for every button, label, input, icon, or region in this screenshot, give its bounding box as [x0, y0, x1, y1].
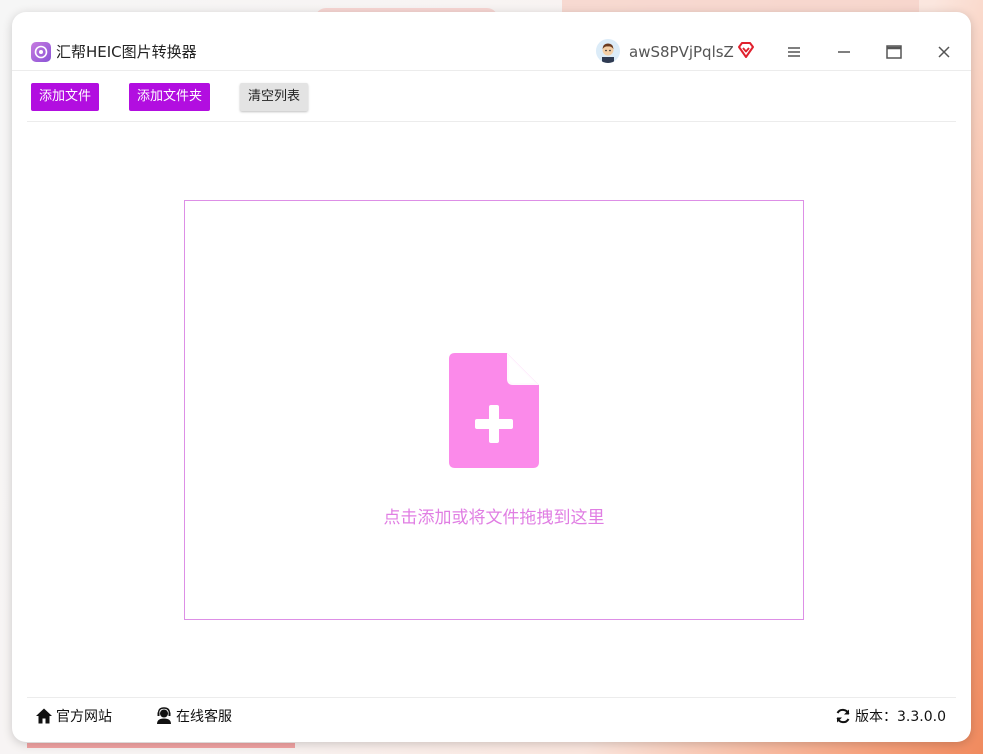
- app-window: 汇帮HEIC图片转换器 awS8PVjPqlsZ 添加文件 添加文件夹 清空列表…: [12, 12, 971, 742]
- file-add-icon: [449, 353, 539, 472]
- online-support-label: 在线客服: [176, 709, 232, 725]
- menu-icon[interactable]: [784, 42, 804, 62]
- close-icon[interactable]: [934, 42, 954, 62]
- official-website-link[interactable]: 官方网站: [35, 706, 112, 726]
- support-icon: [157, 707, 171, 724]
- online-support-link[interactable]: 在线客服: [155, 706, 232, 726]
- official-website-label: 官方网站: [56, 709, 112, 725]
- vip-diamond-icon[interactable]: [737, 41, 755, 63]
- clear-list-button[interactable]: 清空列表: [240, 83, 309, 111]
- username[interactable]: awS8PVjPqlsZ: [629, 42, 734, 62]
- version-label: 版本：3.3.0.0: [855, 709, 946, 725]
- background-bar-fragment: [27, 743, 295, 748]
- add-file-button[interactable]: 添加文件: [31, 83, 100, 111]
- add-folder-button[interactable]: 添加文件夹: [129, 83, 211, 111]
- home-icon: [36, 708, 52, 724]
- minimize-icon[interactable]: [834, 42, 854, 62]
- toolbar: 添加文件 添加文件夹 清空列表: [27, 72, 956, 122]
- drop-zone-hint: 点击添加或将文件拖拽到这里: [383, 508, 605, 528]
- app-logo-icon: [31, 42, 51, 62]
- refresh-icon[interactable]: [835, 708, 851, 724]
- file-drop-zone[interactable]: 点击添加或将文件拖拽到这里: [184, 200, 804, 620]
- maximize-icon[interactable]: [884, 42, 904, 62]
- footer: 官方网站 在线客服 版本：3.3.0.0: [27, 697, 956, 742]
- avatar[interactable]: [596, 39, 620, 63]
- app-title: 汇帮HEIC图片转换器: [56, 43, 197, 61]
- title-bar: 汇帮HEIC图片转换器 awS8PVjPqlsZ: [12, 12, 971, 71]
- version-info: 版本：3.3.0.0: [835, 706, 946, 726]
